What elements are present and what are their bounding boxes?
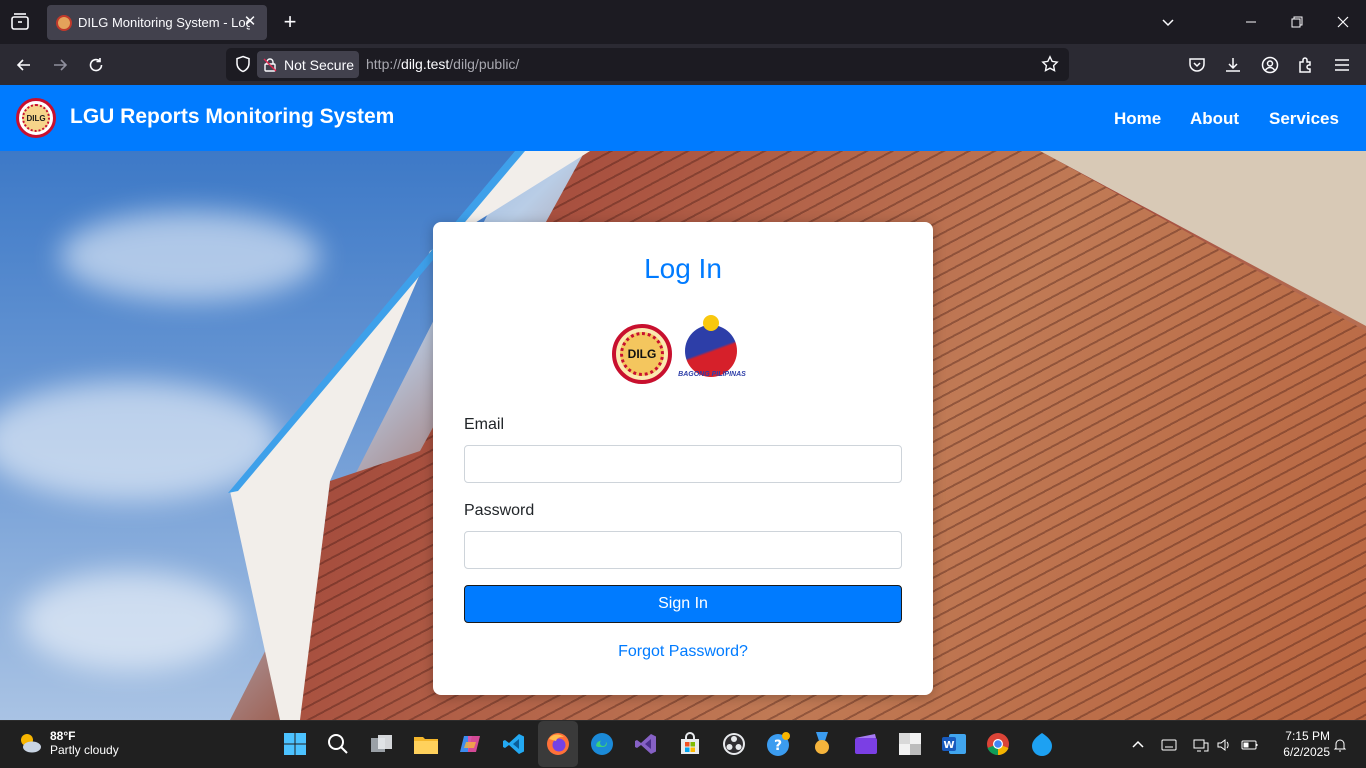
url-prefix: http://	[366, 56, 402, 72]
weather-widget[interactable]: 88°F Partly cloudy	[16, 729, 119, 757]
word-icon[interactable]: W	[939, 729, 969, 759]
url-path: /dilg/public/	[449, 56, 520, 72]
pocket-icon[interactable]	[1184, 52, 1210, 78]
dilg-seal-text: DILG	[627, 347, 657, 361]
partly-cloudy-icon	[16, 729, 44, 757]
password-field[interactable]	[464, 531, 902, 569]
nav-services-link[interactable]: Services	[1269, 109, 1339, 129]
extensions-icon[interactable]	[1293, 52, 1319, 78]
nav-about-link[interactable]: About	[1190, 109, 1239, 129]
tips-icon[interactable]: ?	[763, 729, 793, 759]
url-text[interactable]: http://dilg.test/dilg/public/	[366, 56, 519, 72]
notification-icon[interactable]	[1330, 735, 1350, 755]
volume-icon[interactable]	[1214, 735, 1234, 755]
bookmark-star-icon[interactable]	[1041, 55, 1061, 75]
keyboard-icon[interactable]	[1159, 735, 1179, 755]
vscode-icon[interactable]	[499, 729, 529, 759]
search-icon[interactable]	[323, 729, 353, 759]
back-icon[interactable]	[11, 52, 37, 78]
taskbar: 88°F Partly cloudy ? W 7:15 PM 6/2/2025	[0, 720, 1366, 768]
downloads-icon[interactable]	[1220, 52, 1246, 78]
site-security-indicator[interactable]: Not Secure	[257, 51, 359, 78]
close-tab-icon[interactable]: ✕	[241, 13, 259, 31]
task-view-icon[interactable]	[367, 729, 397, 759]
clipchamp-icon[interactable]	[851, 729, 881, 759]
brand-title[interactable]: LGU Reports Monitoring System	[70, 105, 394, 129]
obs-icon[interactable]	[719, 729, 749, 759]
cloud-shape	[60, 211, 320, 301]
chevron-down-icon[interactable]	[1153, 8, 1183, 36]
xampp-icon[interactable]	[1027, 729, 1057, 759]
battery-icon[interactable]	[1240, 735, 1260, 755]
url-host: dilg.test	[401, 56, 450, 72]
visual-studio-icon[interactable]	[631, 729, 661, 759]
temperature-text: 88°F	[50, 729, 76, 743]
chrome-icon[interactable]	[983, 729, 1013, 759]
email-label: Email	[464, 416, 505, 433]
file-explorer-icon[interactable]	[411, 729, 441, 759]
site-favicon-icon	[56, 14, 72, 31]
bagong-pilipinas-logo: BAGONG PILIPINAS	[677, 315, 746, 379]
login-card: Log In DILG BAGONG PILIPINAS Email Passw…	[433, 222, 933, 695]
microsoft-store-icon[interactable]	[675, 729, 705, 759]
clock-time: 7:15 PM	[1285, 729, 1330, 743]
browser-tab-bar: DILG Monitoring System - Login ✕ +	[0, 0, 1366, 44]
svg-text:W: W	[943, 740, 954, 751]
bagong-pilipinas-text: BAGONG PILIPINAS	[678, 371, 746, 378]
reload-icon[interactable]	[83, 52, 109, 78]
menu-icon[interactable]	[1329, 52, 1355, 78]
blank-app-icon[interactable]	[895, 729, 925, 759]
clock-date: 6/2/2025	[1283, 745, 1330, 759]
web-page: DILG LGU Reports Monitoring System Home …	[0, 85, 1366, 720]
browser-nav-bar: Not Secure http://dilg.test/dilg/public/	[0, 44, 1366, 85]
svg-text:?: ?	[774, 738, 782, 754]
forgot-password-link[interactable]: Forgot Password?	[433, 643, 933, 661]
dilg-logo-icon[interactable]: DILG	[16, 98, 56, 138]
weather-text: Partly cloudy	[50, 743, 119, 757]
start-icon[interactable]	[280, 729, 310, 759]
forward-icon[interactable]	[47, 52, 73, 78]
sign-in-button[interactable]: Sign In	[464, 585, 902, 623]
browser-tab[interactable]: DILG Monitoring System - Login ✕	[47, 5, 267, 40]
badge-icon[interactable]	[807, 729, 837, 759]
restore-icon[interactable]	[1282, 8, 1312, 36]
firefox-icon[interactable]	[543, 729, 573, 759]
new-tab-icon[interactable]: +	[278, 10, 302, 34]
network-icon[interactable]	[1191, 735, 1211, 755]
security-label: Not Secure	[284, 56, 355, 73]
chevron-up-icon[interactable]	[1128, 735, 1148, 755]
login-heading: Log In	[644, 253, 722, 284]
copilot-icon[interactable]	[455, 729, 485, 759]
system-clock[interactable]: 7:15 PM 6/2/2025	[1270, 728, 1330, 760]
minimize-icon[interactable]	[1236, 8, 1266, 36]
dilg-seal-logo: DILG	[612, 324, 672, 384]
nav-home-link[interactable]: Home	[1114, 109, 1161, 129]
tab-list-icon[interactable]	[8, 10, 32, 34]
insecure-lock-icon	[262, 57, 278, 73]
edge-icon[interactable]	[587, 729, 617, 759]
site-header: DILG LGU Reports Monitoring System Home …	[0, 85, 1366, 151]
url-bar[interactable]: Not Secure http://dilg.test/dilg/public/	[226, 48, 1069, 81]
password-label: Password	[464, 502, 535, 519]
close-window-icon[interactable]	[1328, 8, 1358, 36]
tracking-protection-icon[interactable]	[234, 55, 254, 75]
cloud-shape	[20, 571, 240, 671]
dilg-logo-text: DILG	[22, 104, 50, 132]
tab-title: DILG Monitoring System - Login	[78, 15, 250, 30]
email-field[interactable]	[464, 445, 902, 483]
account-icon[interactable]	[1257, 52, 1283, 78]
